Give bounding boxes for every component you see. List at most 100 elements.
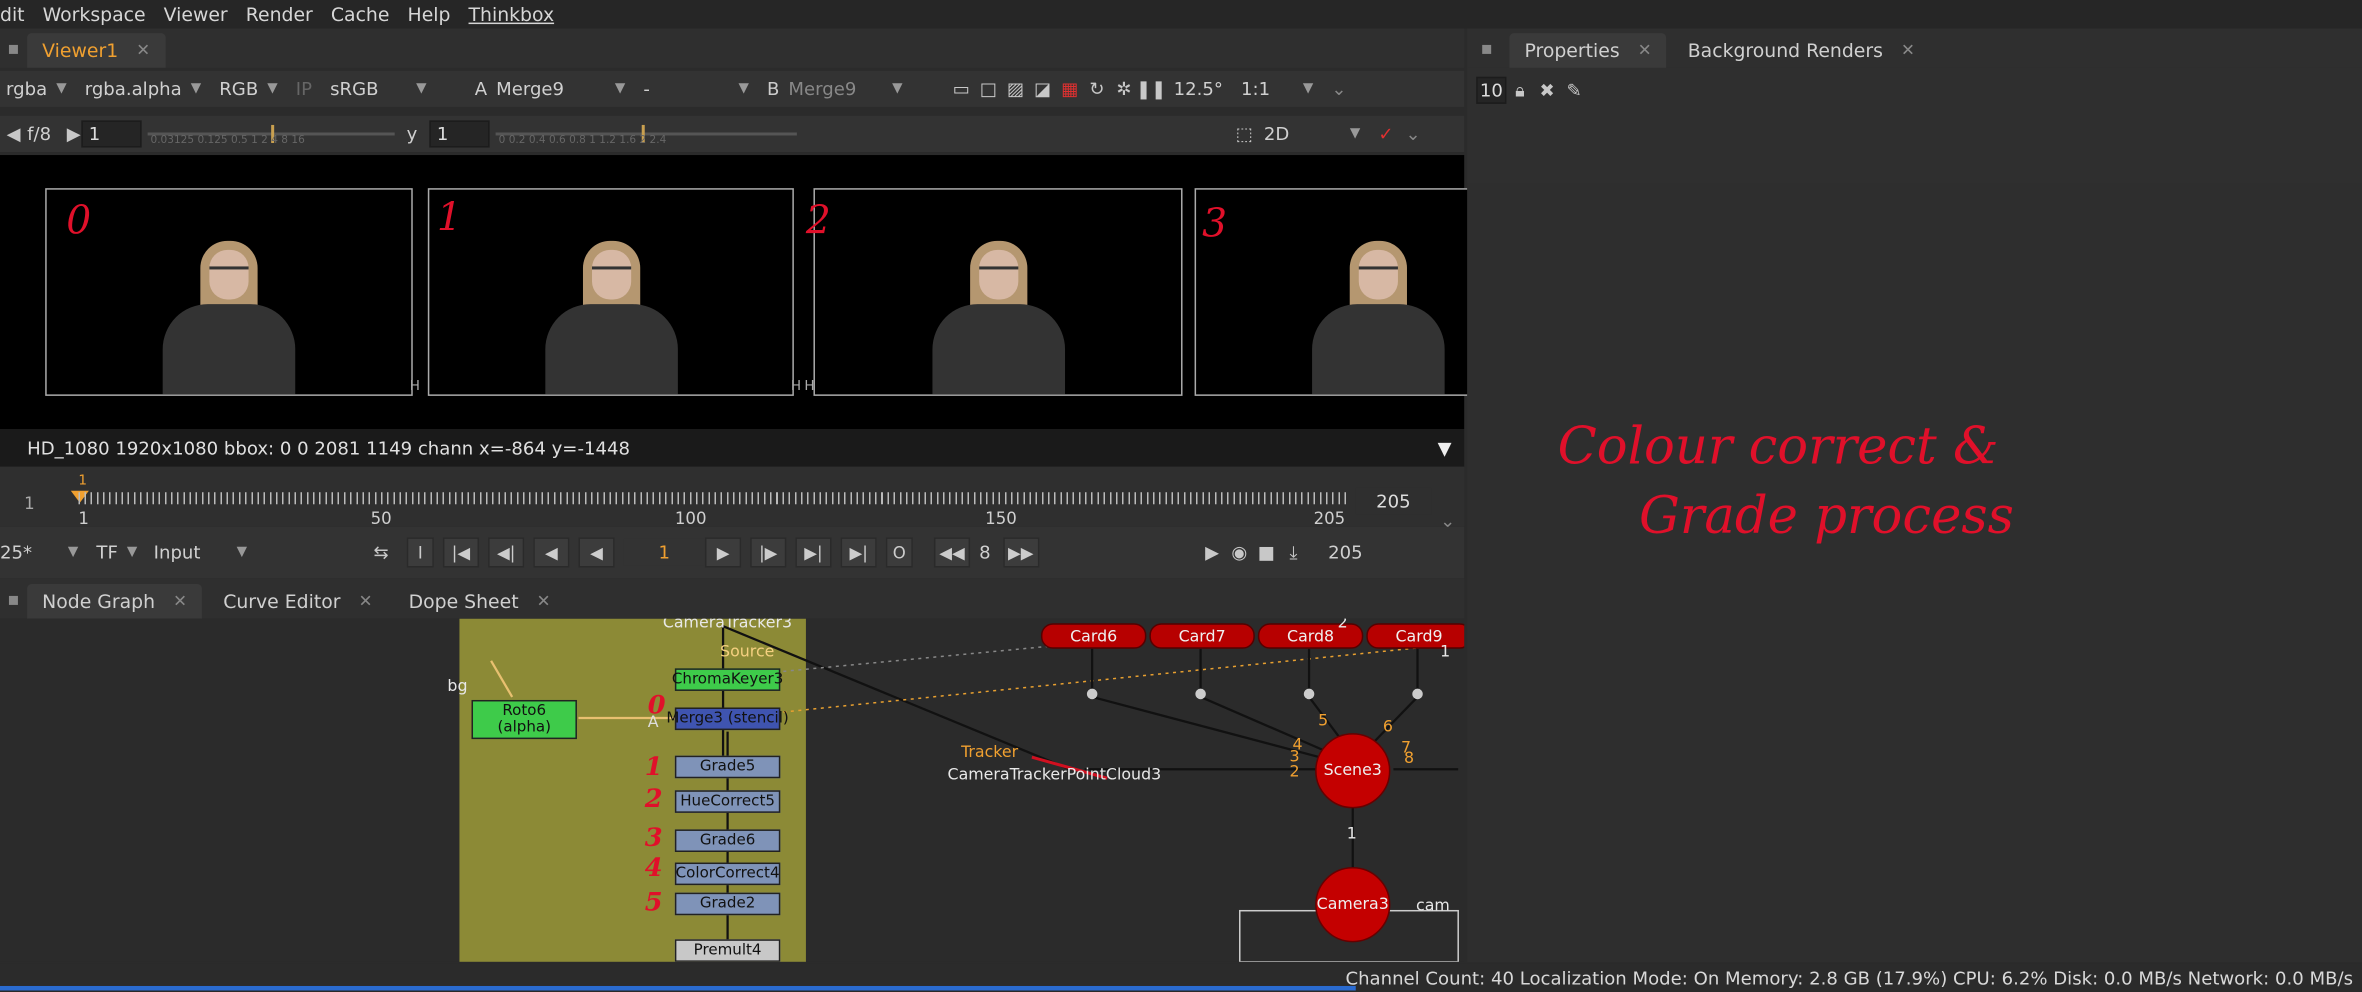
gamma-field[interactable]: 1 xyxy=(429,120,490,148)
tab-viewer1-label: Viewer1 xyxy=(42,39,119,62)
flipbook-icon[interactable]: ▶ xyxy=(1199,539,1226,566)
fstop-value[interactable]: f/8 xyxy=(27,123,51,144)
step-forward-button[interactable]: ▶ xyxy=(704,537,742,568)
step-back-button[interactable]: ◀ xyxy=(578,537,615,568)
close-icon[interactable]: ✕ xyxy=(537,592,551,612)
panel-menu-icon[interactable]: ▪ xyxy=(0,35,27,62)
b-input-dropdown[interactable]: B Merge9 ▼ xyxy=(761,75,909,104)
lut-dropdown[interactable]: sRGB ▼ xyxy=(324,75,432,104)
mask-icon[interactable]: □ xyxy=(975,75,1002,102)
fps-dropdown[interactable]: 25* ▼ xyxy=(0,538,84,567)
node-graph[interactable]: CameraTracker3 Source ChromaKeyer3 Merge… xyxy=(0,618,1465,962)
menu-help[interactable]: Help xyxy=(398,3,459,26)
max-panels-field[interactable]: 10 xyxy=(1476,76,1507,104)
ratio-dropdown[interactable]: 1:1 ▼ xyxy=(1235,75,1319,104)
chevron-down-icon[interactable]: ⌄ xyxy=(1399,120,1426,147)
cache-icon[interactable]: ⤓ xyxy=(1280,539,1307,566)
in-point-button[interactable]: I xyxy=(406,537,434,568)
capture-icon[interactable]: ◉ xyxy=(1226,539,1253,566)
close-icon[interactable]: ✕ xyxy=(173,592,187,612)
menu-render[interactable]: Render xyxy=(237,3,322,26)
node-camera[interactable]: Camera3 xyxy=(1315,867,1391,943)
node-pointcloud[interactable]: CameraTrackerPointCloud3 xyxy=(948,766,1162,784)
menu-thinkbox[interactable]: Thinkbox xyxy=(459,3,563,26)
play-backward-button[interactable]: ◀ xyxy=(533,537,570,568)
node-grade5[interactable]: Grade5 xyxy=(674,755,781,779)
skip-forward-button[interactable]: ▶▶ xyxy=(1002,537,1039,568)
record-icon[interactable]: ▦ xyxy=(1056,75,1083,102)
next-fstop-icon[interactable]: ▶ xyxy=(66,120,81,147)
close-icon[interactable]: ✕ xyxy=(359,592,373,612)
node-colorcorrect[interactable]: ColorCorrect4 xyxy=(674,862,781,886)
display-dropdown[interactable]: RGB ▼ xyxy=(213,75,283,104)
gain-field[interactable]: 1 xyxy=(81,120,142,148)
pause-icon[interactable]: ❚❚ xyxy=(1136,75,1166,102)
tab-dope-sheet[interactable]: Dope Sheet ✕ xyxy=(394,584,566,619)
checker-icon[interactable]: ▨ xyxy=(1002,75,1029,102)
node-huecorrect[interactable]: HueCorrect5 xyxy=(674,790,781,813)
alpha-dropdown[interactable]: rgba.alpha ▼ xyxy=(79,75,208,104)
tab-viewer1[interactable]: Viewer1 ✕ xyxy=(27,33,166,68)
node-scene[interactable]: Scene3 xyxy=(1315,733,1391,809)
panel-menu-icon[interactable]: ▪ xyxy=(1473,35,1500,62)
next-keyframe-button[interactable]: ▶| xyxy=(795,537,832,568)
view-mode-dropdown[interactable]: 2D ▼ xyxy=(1258,120,1366,149)
increment-value[interactable]: 8 xyxy=(979,542,991,563)
proxy-icon[interactable]: ◪ xyxy=(1029,75,1056,102)
menu-workspace[interactable]: Workspace xyxy=(34,3,155,26)
menu-edit[interactable]: dit xyxy=(0,3,34,26)
last-frame-button[interactable]: ▶| xyxy=(840,537,877,568)
close-icon[interactable]: ✕ xyxy=(136,41,150,61)
node-grade2[interactable]: Grade2 xyxy=(674,892,781,916)
node-grade6[interactable]: Grade6 xyxy=(674,829,781,852)
node-card6[interactable]: Card6 xyxy=(1040,623,1147,649)
tab-curve-editor[interactable]: Curve Editor ✕ xyxy=(208,584,387,619)
prev-keyframe-button[interactable]: ◀| xyxy=(488,537,525,568)
gear-icon[interactable]: ✲ xyxy=(1110,75,1137,102)
playback-end-frame[interactable]: 205 xyxy=(1328,542,1363,563)
skip-back-button[interactable]: ◀◀ xyxy=(933,537,971,568)
channels-dropdown[interactable]: rgba ▼ xyxy=(0,75,73,104)
stop-icon[interactable]: ■ xyxy=(1253,539,1280,566)
close-icon[interactable]: ✕ xyxy=(1638,41,1652,61)
out-point-button[interactable]: O xyxy=(885,537,913,568)
chevron-down-icon[interactable]: ⌄ xyxy=(1325,75,1352,102)
menu-cache[interactable]: Cache xyxy=(322,3,399,26)
tab-background-renders[interactable]: Background Renders ✕ xyxy=(1673,33,1930,68)
dropdown-triangle-icon[interactable]: ▼ xyxy=(1431,434,1458,461)
node-chromakeyer[interactable]: ChromaKeyer3 xyxy=(672,668,783,691)
clear-panels-icon[interactable]: ✖ xyxy=(1534,77,1561,104)
lock-icon[interactable]: 🔒︎ xyxy=(1506,77,1533,104)
tf-dropdown[interactable]: TF ▼ xyxy=(90,538,141,567)
gamma-slider[interactable]: 0 0.2 0.4 0.6 0.8 1 1.2 1.6 2 2.4 xyxy=(495,120,797,147)
node-premult[interactable]: Premult4 xyxy=(674,939,781,962)
node-merge[interactable]: Merge3 (stencil) xyxy=(666,707,789,731)
node-roto[interactable]: Roto6 (alpha) xyxy=(471,699,577,740)
zoom-value[interactable]: 12.5° xyxy=(1174,78,1223,99)
play-forward-button[interactable]: |▶ xyxy=(750,537,787,568)
first-frame-button[interactable]: |◀ xyxy=(442,537,480,568)
roi-icon[interactable]: ▭ xyxy=(948,75,975,102)
end-frame-display: 205 xyxy=(1355,487,1432,515)
tab-properties[interactable]: Properties ✕ xyxy=(1509,33,1667,68)
panel-menu-icon[interactable]: ▪ xyxy=(0,586,27,613)
mode-dropdown[interactable]: Input ▼ xyxy=(148,538,253,567)
refresh-icon[interactable]: ↻ xyxy=(1083,75,1110,102)
node-card7[interactable]: Card7 xyxy=(1149,623,1255,649)
compare-op-dropdown[interactable]: - ▼ xyxy=(637,75,754,104)
menu-viewer[interactable]: Viewer xyxy=(155,3,237,26)
prev-fstop-icon[interactable]: ◀ xyxy=(0,120,27,147)
roi-select-icon[interactable]: ⬚ xyxy=(1231,120,1258,147)
tab-node-graph[interactable]: Node Graph ✕ xyxy=(27,584,203,619)
a-input-dropdown[interactable]: A Merge9 ▼ xyxy=(469,75,632,104)
gain-slider[interactable]: 0.03125 0.125 0.5 1 2 4 8 16 xyxy=(147,120,395,147)
frame-ruler[interactable] xyxy=(78,492,1349,505)
node-camera-tracker[interactable]: CameraTracker3 xyxy=(663,619,792,633)
loop-icon[interactable]: ⇆ xyxy=(368,539,395,566)
wipe-icon[interactable]: ✓ xyxy=(1372,120,1399,147)
pencil-icon[interactable]: ✎ xyxy=(1561,77,1588,104)
ip-button[interactable]: IP xyxy=(290,75,318,104)
timeline[interactable]: 1 1 1 50 100 150 205 205 ⌄ xyxy=(0,466,1465,531)
current-frame-field[interactable]: 1 xyxy=(623,538,705,566)
close-icon[interactable]: ✕ xyxy=(1901,41,1915,61)
